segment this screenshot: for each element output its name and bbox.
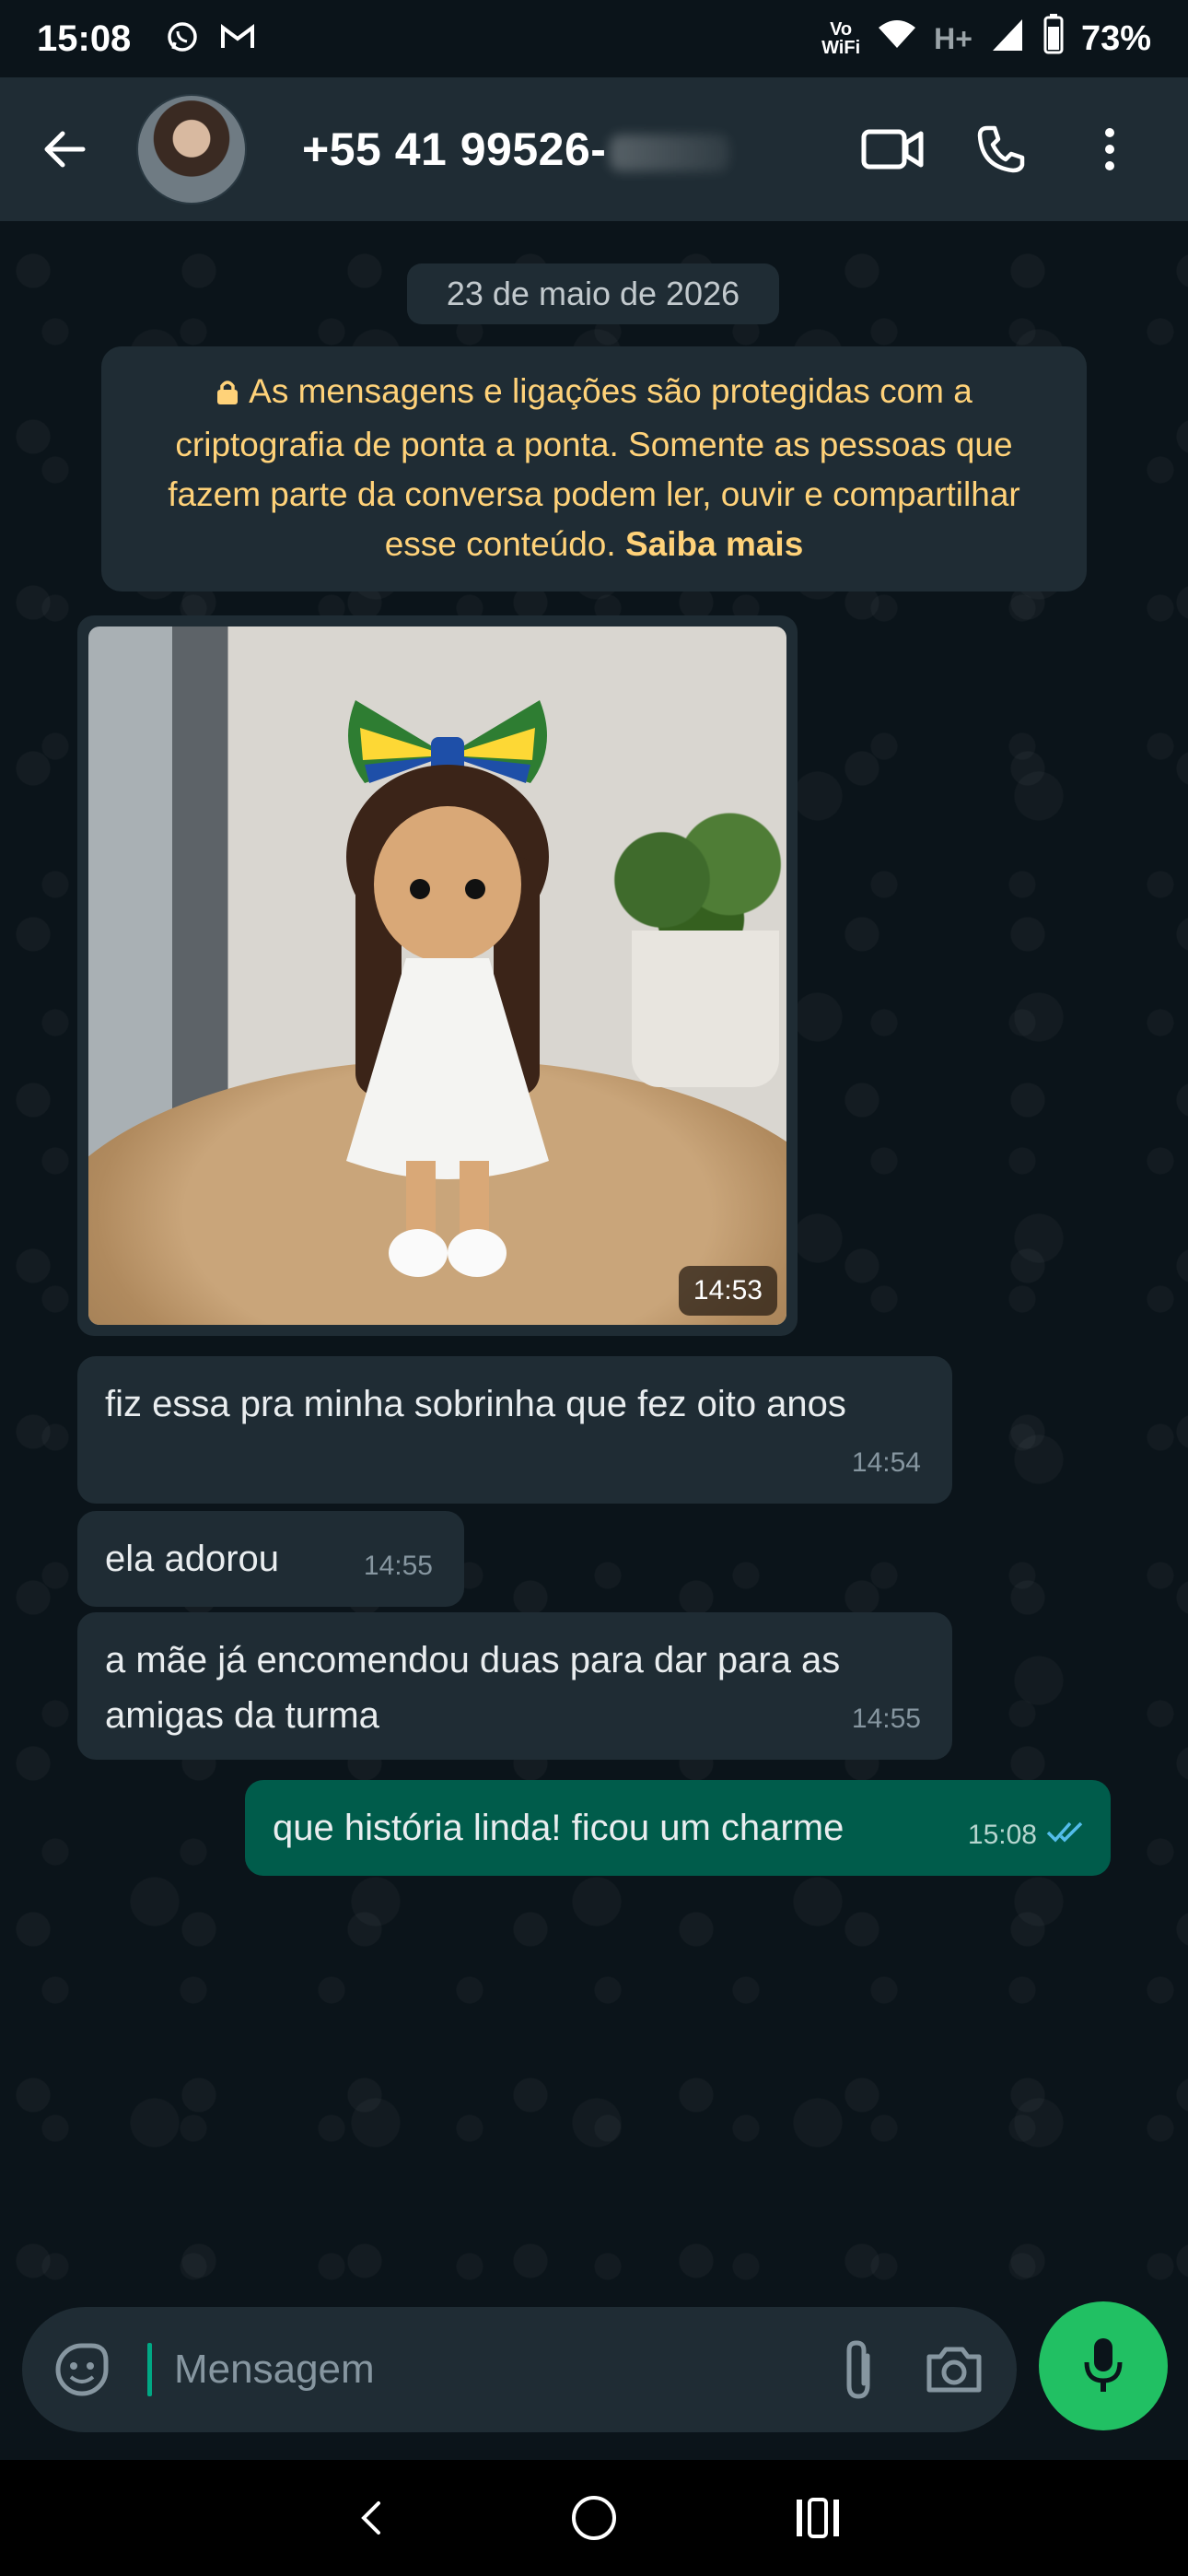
back-arrow-icon	[44, 131, 86, 168]
emoji-sticker-icon	[55, 2343, 109, 2396]
message-text: a mãe já encomendou duas para dar para a…	[105, 1640, 841, 1736]
video-call-button[interactable]	[858, 115, 926, 183]
message-bubble[interactable]: a mãe já encomendou duas para dar para a…	[77, 1612, 952, 1760]
nav-home-icon	[571, 2496, 616, 2540]
camera-button[interactable]	[919, 2335, 989, 2405]
attach-button[interactable]	[823, 2335, 893, 2405]
nav-back-icon	[360, 2501, 380, 2535]
avatar[interactable]	[136, 94, 247, 205]
status-time: 15:08	[37, 18, 132, 59]
attach-icon	[846, 2340, 870, 2399]
doll-photo[interactable]: 14:53	[88, 626, 786, 1325]
contact-number: +55 41 99526-	[302, 123, 607, 175]
battery-percent: 73%	[1080, 18, 1151, 58]
message-bubble-outgoing[interactable]: que história linda! ficou um charme 15:0…	[245, 1780, 1111, 1876]
message-text: fiz essa pra minha sobrinha que fez oito…	[105, 1384, 846, 1424]
crochet-doll	[346, 700, 549, 1277]
whatsapp-icon	[166, 20, 199, 58]
status-bar: 15:08 Vo WiFi H+ 73%	[0, 0, 1188, 77]
image-message[interactable]: 14:53	[77, 615, 798, 1336]
message-bubble[interactable]: fiz essa pra minha sobrinha que fez oito…	[77, 1356, 952, 1504]
wifi-icon	[877, 18, 917, 59]
read-receipt-icon	[1046, 1804, 1089, 1859]
chat-area[interactable]: 23 de maio de 2026 As mensagens e ligaçõ…	[0, 221, 1188, 2311]
phone-call-icon	[977, 125, 1025, 173]
camera-icon	[926, 2347, 982, 2393]
voice-call-button[interactable]	[967, 115, 1035, 183]
message-time: 14:54	[851, 1447, 921, 1478]
message-time: 15:08	[967, 1820, 1037, 1850]
message-time: 14:55	[363, 1551, 433, 1581]
message-time: 14:55	[851, 1704, 921, 1734]
back-button[interactable]	[28, 112, 101, 186]
system-nav-bar	[0, 2460, 1188, 2576]
message-composer	[22, 2307, 1017, 2432]
contact-name[interactable]: +55 41 99526-	[302, 123, 730, 176]
image-timestamp: 14:53	[678, 1266, 777, 1316]
message-bubble[interactable]: ela adorou 14:55	[77, 1511, 464, 1607]
vowifi-indicator: Vo WiFi	[821, 19, 861, 58]
status-left-icons	[166, 20, 256, 58]
nav-back-button[interactable]	[333, 2481, 407, 2555]
encryption-notice-text: As mensagens e ligações são protegidas c…	[168, 372, 1020, 563]
nav-recents-button[interactable]	[781, 2481, 855, 2555]
message-text: que história linda! ficou um charme	[273, 1808, 844, 1848]
signal-icon	[989, 16, 1026, 62]
nav-recents-icon	[797, 2498, 840, 2538]
learn-more-link[interactable]: Saiba mais	[625, 525, 803, 563]
gmail-icon	[219, 22, 256, 56]
text-caret	[147, 2343, 152, 2396]
message-text: ela adorou	[105, 1539, 280, 1579]
header-actions	[858, 115, 1160, 183]
video-call-icon	[861, 129, 924, 170]
status-right: Vo WiFi H+ 73%	[821, 14, 1151, 64]
network-type: H+	[934, 21, 973, 55]
more-options-button[interactable]	[1076, 115, 1144, 183]
lock-icon	[215, 370, 239, 420]
redacted-digits	[610, 134, 730, 171]
message-input[interactable]	[174, 2347, 798, 2393]
battery-icon	[1042, 14, 1065, 64]
encryption-notice[interactable]: As mensagens e ligações são protegidas c…	[101, 346, 1087, 591]
photo-pot	[632, 931, 779, 1087]
voice-message-button[interactable]	[1039, 2301, 1168, 2430]
nav-home-button[interactable]	[557, 2481, 631, 2555]
chat-header: +55 41 99526-	[0, 77, 1188, 221]
date-chip: 23 de maio de 2026	[407, 263, 779, 324]
more-vert-icon	[1105, 128, 1114, 170]
mic-icon	[1084, 2338, 1123, 2392]
emoji-button[interactable]	[50, 2337, 114, 2402]
